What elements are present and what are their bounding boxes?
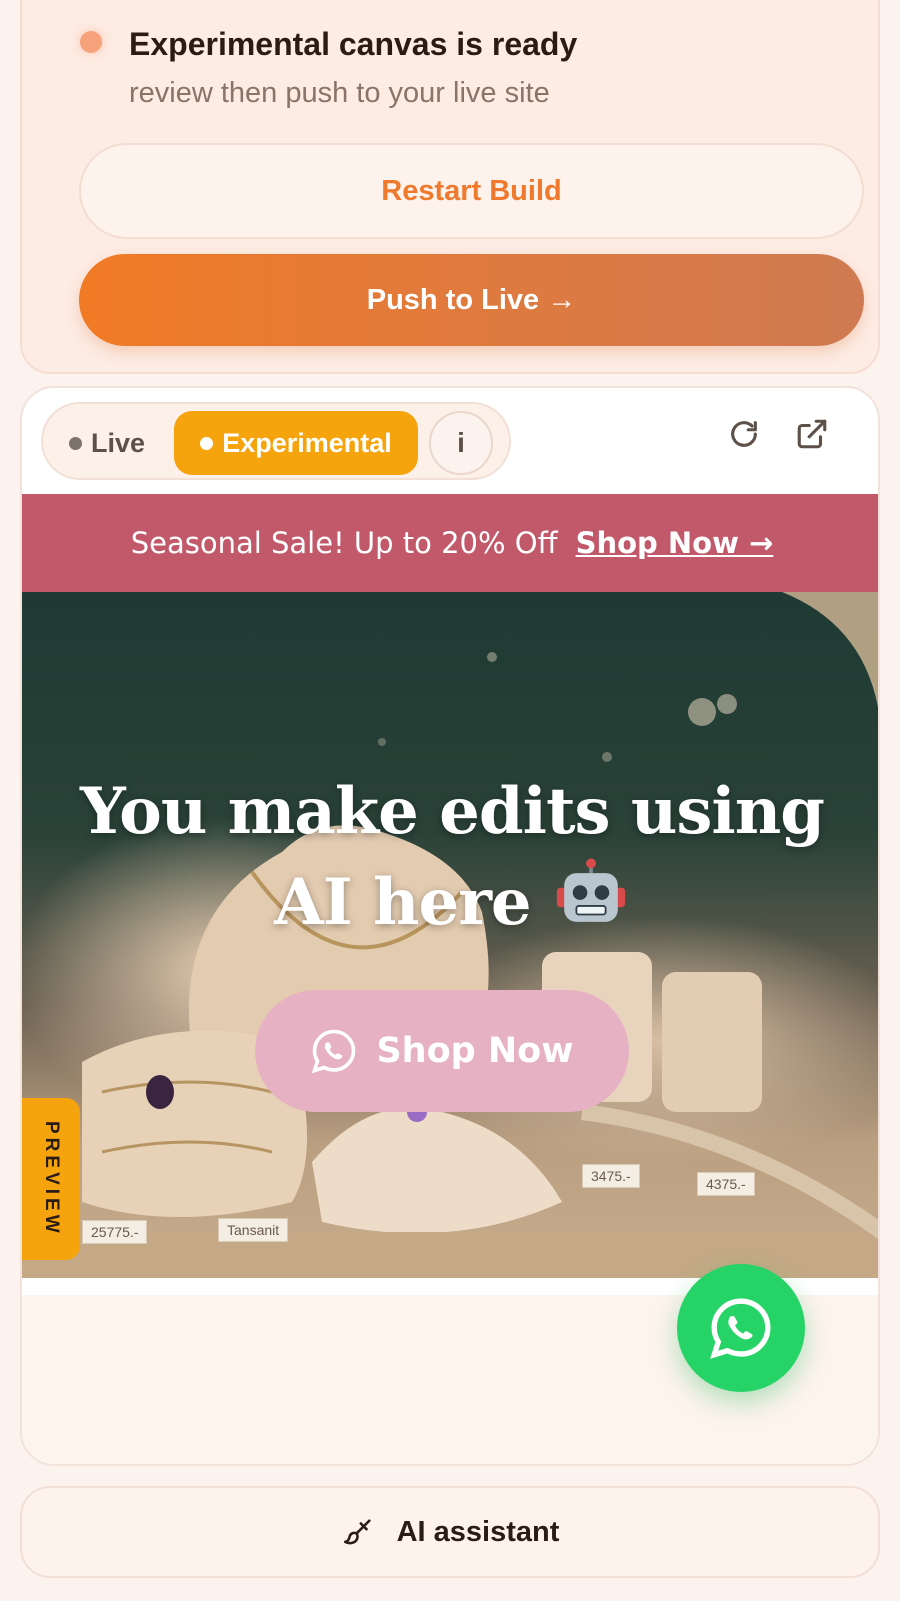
preview-side-tab[interactable]: PREVIEW xyxy=(22,1098,80,1260)
restart-build-button[interactable]: Restart Build xyxy=(79,143,864,239)
build-notice-card: Experimental canvas is ready review then… xyxy=(20,0,880,374)
live-dot xyxy=(69,436,82,450)
toggle-live[interactable]: Live xyxy=(69,426,145,460)
robot-icon xyxy=(556,858,626,922)
push-to-live-button[interactable]: Push to Live → xyxy=(79,254,864,346)
whatsapp-icon xyxy=(312,1029,356,1074)
refresh-icon[interactable] xyxy=(722,412,766,456)
hero-title-line-2: AI here xyxy=(274,865,532,940)
toggle-live-label: Live xyxy=(91,427,146,458)
hero-section: 25775.- Tansanit 3475.- 4375.- You make … xyxy=(22,592,878,1278)
preview-side-tab-label: PREVIEW xyxy=(41,1121,62,1237)
toggle-experimental-label: Experimental xyxy=(222,427,392,458)
price-tag: 4375.- xyxy=(697,1172,755,1196)
hero-title: You make edits using AI here xyxy=(22,768,878,947)
notice-subtitle: review then push to your live site xyxy=(129,77,550,109)
ai-assistant-button[interactable]: AI assistant xyxy=(20,1486,880,1578)
banner-shop-now-link[interactable]: Shop Now → xyxy=(576,526,774,560)
price-tag: Tansanit xyxy=(218,1218,289,1242)
ai-assistant-label: AI assistant xyxy=(396,1515,560,1548)
whatsapp-icon xyxy=(710,1298,771,1359)
sale-banner-text: Seasonal Sale! Up to 20% Off xyxy=(130,526,558,560)
toggle-experimental[interactable]: Experimental xyxy=(174,411,418,475)
sale-banner: Seasonal Sale! Up to 20% Off Shop Now → xyxy=(22,494,878,592)
brush-icon xyxy=(343,1519,371,1545)
hero-shop-now-button[interactable]: Shop Now xyxy=(255,990,629,1112)
mode-toggle: Live Experimental i xyxy=(41,402,511,480)
notice-title: Experimental canvas is ready xyxy=(129,26,578,62)
hero-title-line-1: You make edits using xyxy=(80,774,825,849)
experimental-dot xyxy=(200,436,214,450)
whatsapp-chat-button[interactable] xyxy=(677,1264,805,1392)
external-link-icon[interactable] xyxy=(790,412,834,456)
status-dot xyxy=(80,31,102,53)
info-button[interactable]: i xyxy=(429,411,493,475)
hero-title-line-2-wrap: AI here xyxy=(22,856,878,947)
price-tag: 25775.- xyxy=(82,1220,148,1244)
hero-shop-now-label: Shop Now xyxy=(376,1031,574,1071)
price-tag: 3475.- xyxy=(582,1164,640,1188)
